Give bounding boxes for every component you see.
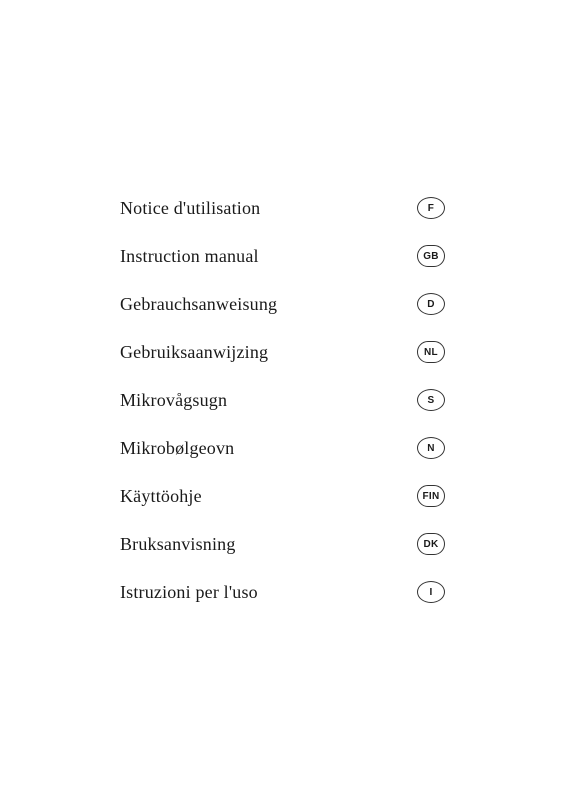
lang-badge-mikrobolgeovn: N xyxy=(417,437,445,459)
manual-label-gebruiksaanwijzing: Gebruiksaanwijzing xyxy=(120,342,268,363)
lang-badge-notice-utilisation: F xyxy=(417,197,445,219)
manual-item-mikrovagsugn: Mikrovågsugn S xyxy=(120,376,445,424)
lang-badge-bruksanvisning: DK xyxy=(417,533,445,555)
lang-badge-mikrovagsugn: S xyxy=(417,389,445,411)
manual-label-gebrauchsanweisung: Gebrauchsanweisung xyxy=(120,294,277,315)
manual-label-kayttoohje: Käyttöohje xyxy=(120,486,202,507)
lang-badge-gebrauchsanweisung: D xyxy=(417,293,445,315)
manual-label-mikrobolgeovn: Mikrobølgeovn xyxy=(120,438,234,459)
manual-item-mikrobolgeovn: Mikrobølgeovn N xyxy=(120,424,445,472)
lang-badge-gebruiksaanwijzing: NL xyxy=(417,341,445,363)
manual-item-bruksanvisning: Bruksanvisning DK xyxy=(120,520,445,568)
manual-label-mikrovagsugn: Mikrovågsugn xyxy=(120,390,227,411)
manual-item-kayttoohje: Käyttöohje FIN xyxy=(120,472,445,520)
manual-item-gebrauchsanweisung: Gebrauchsanweisung D xyxy=(120,280,445,328)
lang-badge-istruzioni-per-uso: I xyxy=(417,581,445,603)
manual-label-bruksanvisning: Bruksanvisning xyxy=(120,534,236,555)
manual-label-istruzioni-per-uso: Istruzioni per l'uso xyxy=(120,582,258,603)
lang-badge-kayttoohje: FIN xyxy=(417,485,445,507)
manual-item-instruction-manual: Instruction manual GB xyxy=(120,232,445,280)
manual-label-notice-utilisation: Notice d'utilisation xyxy=(120,198,260,219)
manual-list: Notice d'utilisation F Instruction manual G… xyxy=(0,184,565,616)
manual-label-instruction-manual: Instruction manual xyxy=(120,246,259,267)
manual-item-notice-utilisation: Notice d'utilisation F xyxy=(120,184,445,232)
manual-item-gebruiksaanwijzing: Gebruiksaanwijzing NL xyxy=(120,328,445,376)
lang-badge-instruction-manual: GB xyxy=(417,245,445,267)
manual-item-istruzioni-per-uso: Istruzioni per l'uso I xyxy=(120,568,445,616)
